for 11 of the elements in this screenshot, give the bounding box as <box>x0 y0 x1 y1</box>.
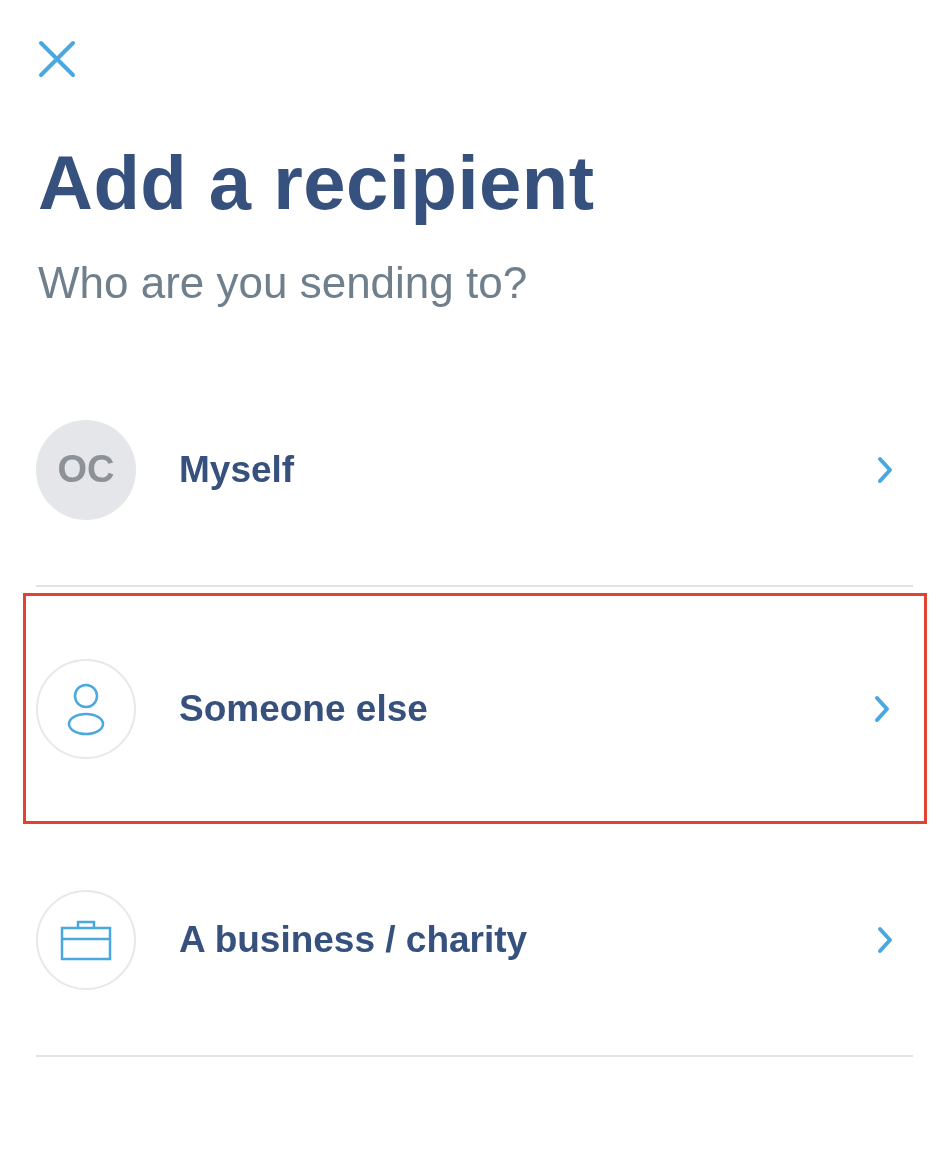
page-subtitle: Who are you sending to? <box>38 257 529 309</box>
initials-avatar: OC <box>36 419 136 520</box>
chevron-right-icon <box>877 925 893 954</box>
recipient-option[interactable]: OC Myself <box>36 354 913 587</box>
page-title: Add a recipient <box>38 139 596 227</box>
chevron-right-icon <box>874 694 890 723</box>
briefcase-icon <box>60 918 112 961</box>
close-button[interactable] <box>38 40 76 78</box>
recipient-option[interactable]: Someone else <box>23 593 927 824</box>
recipient-option[interactable]: A business / charity <box>36 824 913 1057</box>
chevron-right-icon <box>877 455 893 484</box>
